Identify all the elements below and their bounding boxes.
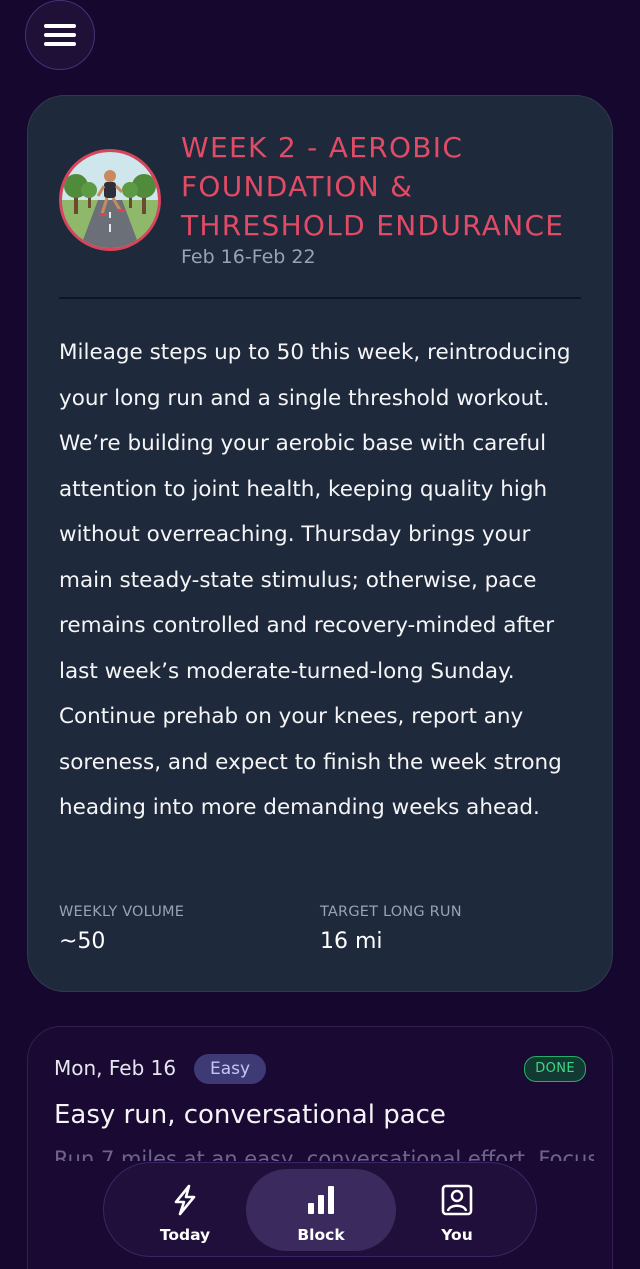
bar-chart-icon [304,1183,338,1217]
runner-avatar [59,149,161,251]
week-title: WEEK 2 - AEROBIC FOUNDATION & THRESHOLD … [181,131,565,242]
tab-today[interactable]: Today [110,1169,260,1251]
workout-title: Easy run, conversational pace [54,1100,446,1130]
tab-block-label: Block [297,1226,345,1244]
target-long-run-label: TARGET LONG RUN [320,904,462,920]
tab-you-label: You [441,1226,473,1244]
lightning-bolt-icon [168,1183,202,1217]
week-date-range: Feb 16-Feb 22 [181,246,316,268]
bottom-tab-bar: Today Block You [103,1162,537,1257]
app-screen: WEEK 2 - AEROBIC FOUNDATION & THRESHOLD … [0,0,640,1269]
week-summary-card: WEEK 2 - AEROBIC FOUNDATION & THRESHOLD … [27,95,613,992]
tab-block[interactable]: Block [246,1169,396,1251]
menu-button[interactable] [25,0,95,70]
divider [59,297,581,299]
tab-you[interactable]: You [382,1169,532,1251]
target-long-run-value: 16 mi [320,929,383,954]
status-badge: DONE [524,1056,586,1082]
week-summary-text: Mileage steps up to 50 this week, reintr… [59,340,571,820]
hamburger-menu-icon [44,24,76,46]
tab-today-label: Today [159,1226,211,1244]
weekly-volume-value: ~50 [59,929,106,954]
user-profile-icon [440,1183,474,1217]
workout-description: Run 7 miles at an easy, conversational e… [54,1147,594,1161]
workout-date: Mon, Feb 16 [54,1056,177,1080]
workout-type-badge: Easy [194,1054,267,1084]
weekly-volume-label: WEEKLY VOLUME [59,904,185,920]
